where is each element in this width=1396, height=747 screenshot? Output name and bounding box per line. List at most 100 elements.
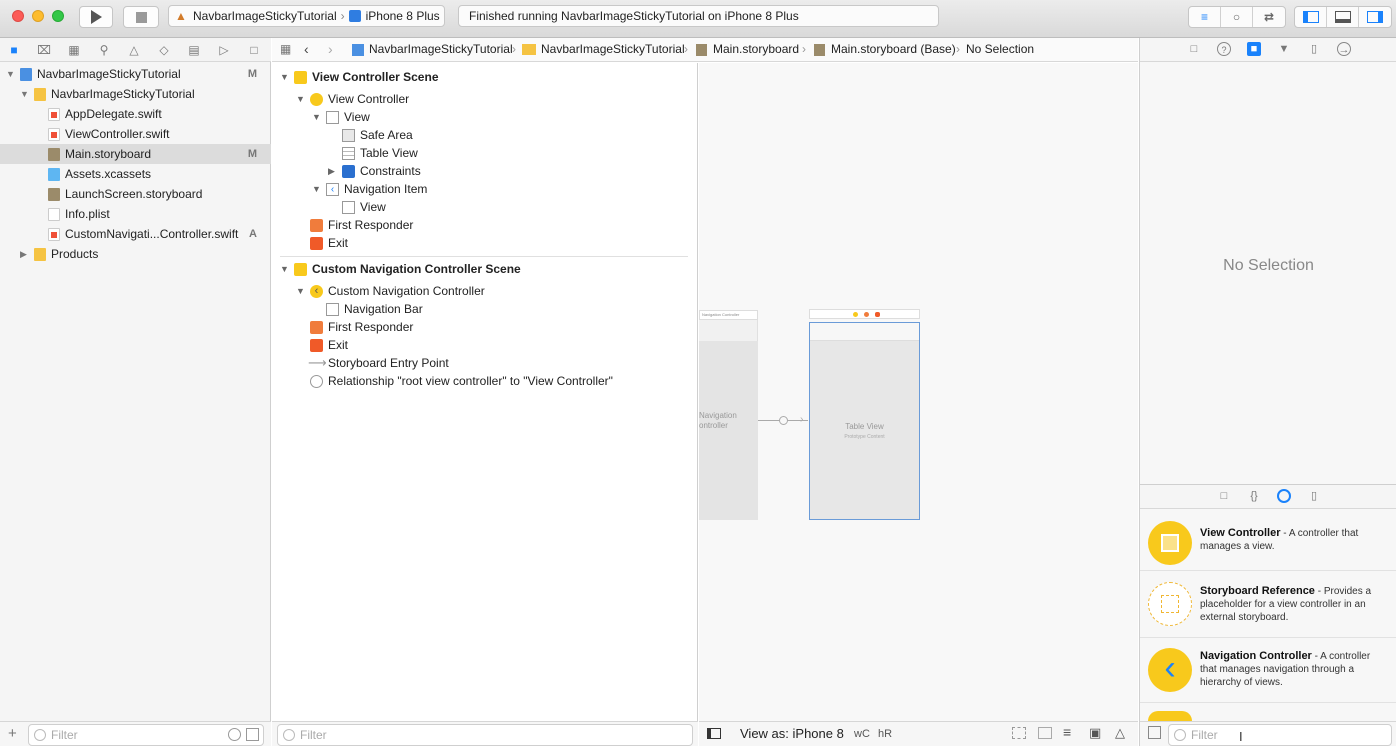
toggle-navigator-button[interactable]	[1295, 7, 1327, 27]
help-icon[interactable]: ?	[1217, 42, 1231, 56]
view-controller-title-bar[interactable]	[809, 309, 920, 319]
back-icon[interactable]: ‹	[304, 38, 309, 61]
embed-in-icon[interactable]	[1038, 727, 1052, 739]
view-controller-dot-icon[interactable]	[853, 312, 858, 317]
list-item[interactable]: ViewController.swift	[0, 124, 271, 144]
outline-row[interactable]: ▼ Custom Navigation Controller Scene	[272, 260, 692, 278]
list-item[interactable]: Assets.xcassets	[0, 164, 271, 184]
search-icon[interactable]: ⚲	[96, 42, 112, 58]
outline-row[interactable]: ▼ ‹ Custom Navigation Controller	[272, 282, 692, 300]
minimize-window-button[interactable]	[32, 10, 44, 22]
folder-icon[interactable]: ■	[6, 42, 22, 58]
disclosure-right-icon[interactable]: ▶	[328, 162, 335, 180]
list-item[interactable]: ▼ NavbarImageStickyTutorial	[0, 84, 271, 104]
outline-row[interactable]: ▼ View	[272, 108, 692, 126]
outline-row[interactable]: ▼ View Controller Scene	[272, 68, 692, 86]
hierarchy-icon[interactable]: ▦	[66, 42, 82, 58]
breadcrumb-group[interactable]: NavbarImageStickyTutorial	[541, 38, 685, 61]
test-icon[interactable]: ◇	[156, 42, 172, 58]
grid-view-icon[interactable]	[1148, 726, 1161, 739]
toggle-debug-button[interactable]	[1327, 7, 1359, 27]
standard-editor-button[interactable]: ≡	[1189, 7, 1221, 27]
update-frames-icon[interactable]	[1012, 727, 1026, 739]
size-icon[interactable]: ▯	[1307, 42, 1321, 56]
related-items-icon[interactable]: ▦	[280, 38, 291, 61]
zoom-window-button[interactable]	[52, 10, 64, 22]
outline-row[interactable]: ▼ View Controller	[272, 90, 692, 108]
nav-controller-scene[interactable]: Navigation ontroller	[699, 341, 758, 520]
version-editor-button[interactable]: ⇄	[1253, 7, 1285, 27]
library-item[interactable]: Storyboard Reference - Provides a placeh…	[1140, 571, 1396, 638]
recent-clock-icon[interactable]	[228, 728, 241, 741]
exit-dot-icon[interactable]	[875, 312, 880, 317]
assistant-editor-button[interactable]: ○	[1221, 7, 1253, 27]
nav-controller-title-bar[interactable]: Navigation Controller	[699, 310, 758, 320]
outline-filter-input[interactable]: Filter	[277, 724, 693, 746]
code-snippet-icon[interactable]: {}	[1247, 489, 1261, 503]
breadcrumb-selection[interactable]: No Selection	[966, 38, 1034, 61]
list-item[interactable]: Info.plist	[0, 204, 271, 224]
outline-row[interactable]: Navigation Bar	[272, 300, 692, 318]
library-filter-input[interactable]: Filter I	[1168, 724, 1392, 746]
add-icon[interactable]: +	[8, 725, 17, 742]
outline-row[interactable]: Exit	[272, 234, 692, 252]
library-item[interactable]: View Controller - A controller that mana…	[1140, 514, 1396, 571]
list-item[interactable]: LaunchScreen.storyboard	[0, 184, 271, 204]
resolve-icon[interactable]: △	[1115, 725, 1125, 741]
segue-icon[interactable]	[779, 416, 788, 425]
connections-icon[interactable]: →	[1337, 42, 1351, 56]
scheme-device-label[interactable]: iPhone 8 Plus	[366, 9, 440, 23]
file-template-icon[interactable]: □	[1217, 489, 1231, 503]
view-controller-scene[interactable]: Table View Prototype Content	[809, 322, 920, 520]
stop-button[interactable]	[123, 6, 159, 28]
list-item[interactable]: AppDelegate.swift	[0, 104, 271, 124]
outline-row[interactable]: View	[272, 198, 692, 216]
list-item[interactable]: CustomNavigati...Controller.swift A	[0, 224, 271, 244]
disclosure-down-icon[interactable]: ▼	[296, 90, 305, 108]
align-icon[interactable]: ≡	[1063, 724, 1071, 740]
list-item[interactable]: ▼ NavbarImageStickyTutorial M	[0, 64, 271, 84]
outline-row[interactable]: First Responder	[272, 318, 692, 336]
breadcrumb-localization[interactable]: Main.storyboard (Base)	[831, 38, 956, 61]
outline-row[interactable]: ▼ ‹ Navigation Item	[272, 180, 692, 198]
disclosure-down-icon[interactable]: ▼	[6, 64, 16, 84]
object-library-icon[interactable]	[1277, 489, 1291, 503]
identity-icon[interactable]: ■	[1247, 42, 1261, 56]
list-item[interactable]: ▶ Products	[0, 244, 271, 264]
disclosure-down-icon[interactable]: ▼	[280, 68, 289, 86]
close-window-button[interactable]	[12, 10, 24, 22]
outline-row[interactable]: Table View	[272, 144, 692, 162]
disclosure-down-icon[interactable]: ▼	[280, 260, 289, 278]
scheme-selector[interactable]: ▲ NavbarImageStickyTutorial › iPhone 8 P…	[168, 5, 445, 27]
list-item[interactable]: Main.storyboard M	[0, 144, 271, 164]
debug-icon[interactable]: ▤	[186, 42, 202, 58]
view-as-label[interactable]: View as: iPhone 8	[740, 726, 844, 741]
disclosure-down-icon[interactable]: ▼	[20, 84, 30, 104]
scm-filter-icon[interactable]	[246, 728, 259, 741]
toggle-outline-icon[interactable]	[707, 728, 721, 739]
breadcrumb-file[interactable]: Main.storyboard	[713, 38, 799, 61]
breakpoint-icon[interactable]: ▷	[216, 42, 232, 58]
run-button[interactable]	[79, 6, 113, 28]
outline-row[interactable]: Exit	[272, 336, 692, 354]
first-responder-dot-icon[interactable]	[864, 312, 869, 317]
outline-row[interactable]: First Responder	[272, 216, 692, 234]
outline-row[interactable]: ▶ Constraints	[272, 162, 692, 180]
file-icon[interactable]: □	[1187, 42, 1201, 56]
pin-icon[interactable]: ▣	[1089, 725, 1101, 741]
forward-icon[interactable]: ›	[328, 38, 333, 61]
source-control-icon[interactable]: ⌧	[36, 42, 52, 58]
media-library-icon[interactable]: ▯	[1307, 489, 1321, 503]
attributes-icon[interactable]: ▼	[1277, 42, 1291, 56]
outline-row[interactable]: Relationship "root view controller" to "…	[272, 372, 692, 390]
outline-row[interactable]: Safe Area	[272, 126, 692, 144]
storyboard-canvas[interactable]: Navigation Controller Navigation ontroll…	[699, 63, 1138, 721]
breadcrumb-project[interactable]: NavbarImageStickyTutorial	[369, 38, 513, 61]
disclosure-down-icon[interactable]: ▼	[296, 282, 305, 300]
report-icon[interactable]: □	[246, 42, 262, 58]
library-item[interactable]: ‹ Navigation Controller - A controller t…	[1140, 638, 1396, 703]
warning-icon[interactable]: △	[126, 42, 142, 58]
disclosure-down-icon[interactable]: ▼	[312, 108, 321, 126]
toggle-inspector-button[interactable]	[1359, 7, 1391, 27]
navigator-filter-input[interactable]: Filter	[28, 724, 264, 746]
